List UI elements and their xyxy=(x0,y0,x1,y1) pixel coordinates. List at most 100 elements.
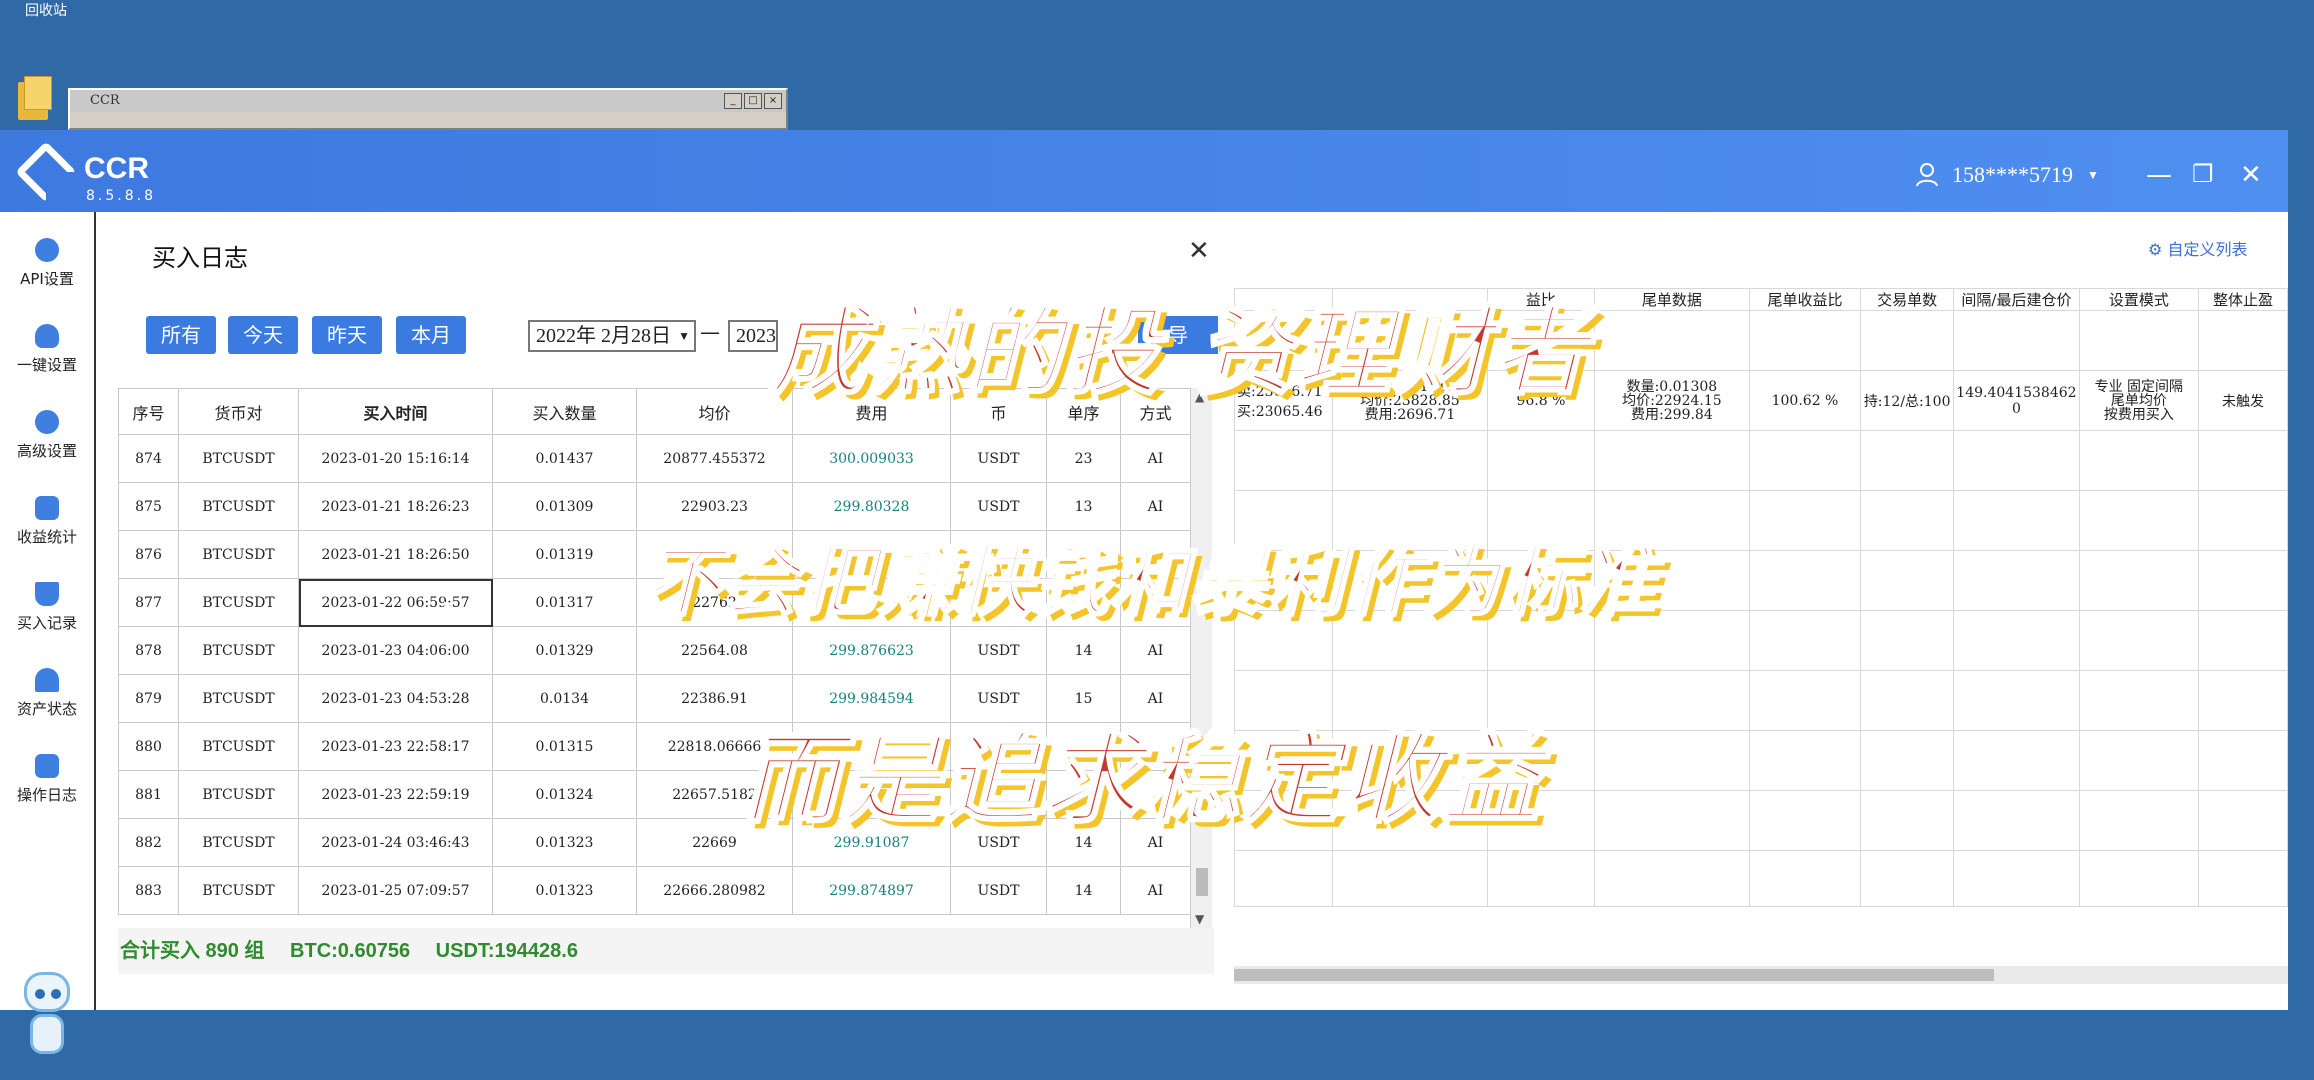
user-icon xyxy=(1916,163,1938,187)
table-cell: BTCUSDT xyxy=(178,722,299,771)
col-header[interactable]: 序号 xyxy=(118,388,179,435)
table-cell: BTCUSDT xyxy=(178,482,299,531)
table-cell: 881 xyxy=(118,770,179,819)
minimize-icon[interactable]: _ xyxy=(724,93,742,109)
summary-btc: BTC:0.60756 xyxy=(290,940,411,962)
close-icon[interactable]: ✕ xyxy=(1188,236,1210,266)
table-cell: 20877.455372 xyxy=(636,434,793,483)
recycle-bin-label[interactable]: 回收站 xyxy=(16,0,76,20)
table-cell: 22564.08 xyxy=(636,626,793,675)
table-cell: 882 xyxy=(118,818,179,867)
table-cell: BTCUSDT xyxy=(178,770,299,819)
wallet-icon xyxy=(35,496,59,520)
chevron-down-icon: ▼ xyxy=(2087,167,2099,182)
table-cell: 299.874897 xyxy=(792,866,951,915)
sidebar-item-profit[interactable]: 收益统计 xyxy=(0,484,94,562)
table-cell: 875 xyxy=(118,482,179,531)
filter-all-button[interactable]: 所有 xyxy=(146,316,216,354)
col-header[interactable]: 买入时间 xyxy=(298,388,493,435)
table-cell: 数量:0.01308 均价:22924.15 费用:299.84 xyxy=(1593,370,1750,431)
table-cell: 14 xyxy=(1046,626,1121,675)
col-header: 设置模式 xyxy=(2078,288,2200,311)
dialog-title: 买入日志 xyxy=(152,244,248,272)
table-cell: 877 xyxy=(118,578,179,627)
table-cell: 2023-01-23 04:06:00 xyxy=(298,626,493,675)
sidebar-item-label: 收益统计 xyxy=(16,528,77,546)
table-cell: 2023-01-23 22:59:19 xyxy=(298,770,493,819)
date-from-picker[interactable]: 2022年 2月28日 ▼ xyxy=(528,320,696,352)
app-logo-icon xyxy=(15,141,77,203)
folder-icon[interactable] xyxy=(18,76,54,122)
table-cell: 0.01317 xyxy=(492,578,637,627)
sidebar-item-assets[interactable]: 资产状态 xyxy=(0,656,94,734)
app-name: CCR xyxy=(84,152,149,185)
table-cell: 0.01323 xyxy=(492,866,637,915)
date-range-separator: — xyxy=(700,320,720,344)
cart-icon xyxy=(35,582,59,606)
table-cell: 2023-01-21 18:26:23 xyxy=(298,482,493,531)
filter-month-button[interactable]: 本月 xyxy=(396,316,466,354)
close-icon[interactable]: × xyxy=(764,93,782,109)
col-header[interactable]: 买入数量 xyxy=(492,388,637,435)
table-cell: 0.01309 xyxy=(492,482,637,531)
horizontal-scrollbar[interactable] xyxy=(1234,966,2288,984)
sidebar-item-advanced[interactable]: 高级设置 xyxy=(0,398,94,476)
table-cell: BTCUSDT xyxy=(178,530,299,579)
maximize-icon[interactable]: □ xyxy=(744,93,762,109)
filter-yesterday-button[interactable]: 昨天 xyxy=(312,316,382,354)
table-row[interactable]: 874 BTCUSDT 2023-01-20 15:16:14 0.01437 2087… xyxy=(118,434,1191,483)
table-cell: 878 xyxy=(118,626,179,675)
table-cell: BTCUSDT xyxy=(178,866,299,915)
close-button[interactable]: ✕ xyxy=(2240,160,2262,190)
col-header[interactable]: 货币对 xyxy=(178,388,299,435)
minimize-button[interactable]: — xyxy=(2146,160,2172,190)
table-cell: USDT xyxy=(950,866,1047,915)
table-cell: 883 xyxy=(118,866,179,915)
robot-assistant-icon[interactable] xyxy=(20,972,74,1068)
gear-icon xyxy=(35,410,59,434)
sidebar-item-label: 买入记录 xyxy=(16,614,77,632)
filter-today-button[interactable]: 今天 xyxy=(228,316,298,354)
table-cell: USDT xyxy=(950,626,1047,675)
table-cell: AI xyxy=(1120,866,1191,915)
sidebar-item-logs[interactable]: 操作日志 xyxy=(0,742,94,820)
table-cell: 0.01329 xyxy=(492,626,637,675)
summary-bar: 合计买入 890 组 BTC:0.60756 USDT:194428.6 xyxy=(118,928,1214,974)
table-cell: 2023-01-23 22:58:17 xyxy=(298,722,493,771)
col-header: 整体止盈 xyxy=(2198,288,2288,311)
chevron-down-icon: ▼ xyxy=(678,329,690,343)
table-cell: BTCUSDT xyxy=(178,578,299,627)
vertical-scrollbar[interactable]: ▲ ▼ xyxy=(1190,388,1212,928)
customize-columns-button[interactable]: ⚙ 自定义列表 xyxy=(2148,236,2247,260)
sidebar-item-api[interactable]: API设置 xyxy=(0,226,94,304)
table-cell: 0.01437 xyxy=(492,434,637,483)
home-icon xyxy=(35,668,59,692)
table-row[interactable]: 878 BTCUSDT 2023-01-23 04:06:00 0.01329 2256… xyxy=(118,626,1191,675)
table-cell: 149.4041538462 0 xyxy=(1953,370,2080,431)
sidebar-item-quick-setup[interactable]: 一键设置 xyxy=(0,312,94,390)
summary-total: 合计买入 890 组 xyxy=(120,940,265,962)
background-window[interactable]: CCR _ □ × xyxy=(68,88,788,130)
sidebar-item-buy-records[interactable]: 买入记录 xyxy=(0,570,94,648)
table-row[interactable]: 883 BTCUSDT 2023-01-25 07:09:57 0.01323 2266… xyxy=(118,866,1191,915)
api-icon xyxy=(35,238,59,262)
table-cell: 2023-01-24 03:46:43 xyxy=(298,818,493,867)
app-header: CCR 8.5.8.8 158****5719 ▼ — ❐ ✕ xyxy=(0,130,2288,212)
table-cell: 14 xyxy=(1046,866,1121,915)
table-cell: 2023-01-20 15:16:14 xyxy=(298,434,493,483)
user-menu[interactable]: 158****5719 ▼ xyxy=(1916,162,2099,188)
table-cell: BTCUSDT xyxy=(178,434,299,483)
restore-button[interactable]: ❐ xyxy=(2192,160,2214,188)
summary-usdt: USDT:194428.6 xyxy=(435,940,578,962)
table-cell: 未触发 xyxy=(2198,370,2288,431)
table-cell: AI xyxy=(1120,626,1191,675)
table-cell: BTCUSDT xyxy=(178,674,299,723)
table-cell: 2023-01-22 06:59:57 xyxy=(298,578,493,627)
sidebar-item-label: 操作日志 xyxy=(16,786,77,804)
table-cell: 100.62 % xyxy=(1748,370,1862,431)
table-cell: 22666.280982 xyxy=(636,866,793,915)
table-cell: 876 xyxy=(118,530,179,579)
table-cell: 880 xyxy=(118,722,179,771)
col-header: 交易单数 xyxy=(1860,288,1955,311)
table-cell: 2023-01-25 07:09:57 xyxy=(298,866,493,915)
